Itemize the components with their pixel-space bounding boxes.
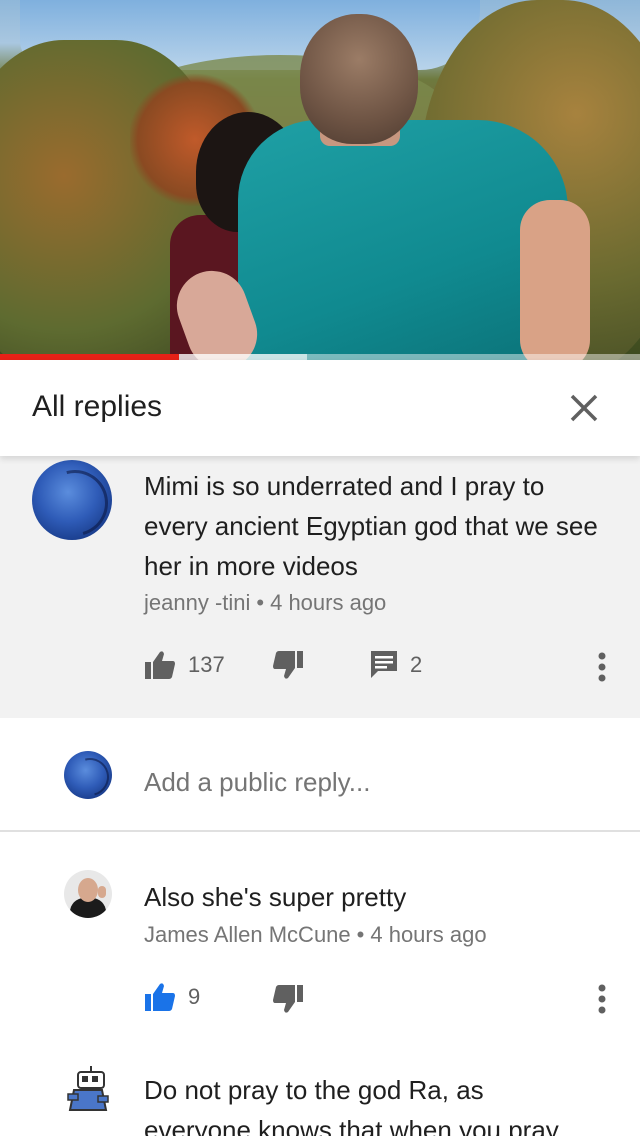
like-button[interactable]: 137 xyxy=(144,650,225,680)
thumbs-up-icon xyxy=(144,650,176,680)
dislike-button[interactable] xyxy=(272,984,304,1014)
video-frame-person xyxy=(520,200,590,360)
more-vert-icon xyxy=(596,984,608,1014)
video-player[interactable] xyxy=(0,0,640,360)
public-reply-input[interactable] xyxy=(144,762,604,802)
avatar-figure xyxy=(98,886,106,898)
comment-text: Mimi is so underrated and I pray to ever… xyxy=(144,471,598,581)
avatar-figure xyxy=(78,878,98,902)
like-count: 137 xyxy=(188,652,225,677)
meta-separator: • xyxy=(356,922,365,947)
more-vert-icon xyxy=(596,652,608,682)
page-title: All replies xyxy=(32,390,163,423)
like-button[interactable]: 9 xyxy=(144,982,200,1012)
thumbs-up-icon xyxy=(144,982,176,1012)
like-count: 9 xyxy=(188,984,201,1009)
dislike-button[interactable] xyxy=(272,650,304,680)
video-frame-person xyxy=(300,14,418,144)
thumbs-down-icon xyxy=(272,984,304,1014)
comment-text: Do not pray to the god Ra, as everyone k… xyxy=(144,1075,559,1136)
close-button[interactable] xyxy=(562,386,606,430)
thumbs-down-icon xyxy=(272,650,304,680)
comment-author[interactable]: jeanny -tini xyxy=(144,590,250,615)
comment-meta: jeanny -tini • 4 hours ago xyxy=(144,590,386,616)
avatar[interactable] xyxy=(32,460,112,540)
comment-time: 4 hours ago xyxy=(270,590,387,615)
reply-count-button[interactable]: 2 xyxy=(370,650,422,680)
more-options-button[interactable] xyxy=(596,984,608,1014)
avatar xyxy=(64,751,112,799)
reply-count: 2 xyxy=(410,652,423,677)
comment-time: 4 hours ago xyxy=(370,922,487,947)
more-options-button[interactable] xyxy=(596,652,608,682)
comment-icon xyxy=(370,650,398,680)
reply-item: Do not pray to the god Ra, as everyone k… xyxy=(0,1060,640,1136)
video-frame-person xyxy=(238,120,568,360)
robot-avatar-icon xyxy=(67,1066,109,1111)
avatar[interactable] xyxy=(64,870,112,918)
close-icon xyxy=(570,394,598,422)
meta-separator: • xyxy=(256,590,265,615)
comment-author[interactable]: James Allen McCune xyxy=(144,922,351,947)
replies-header: All replies xyxy=(0,360,640,456)
avatar[interactable] xyxy=(66,1066,110,1116)
comment-meta: James Allen McCune • 4 hours ago xyxy=(144,922,487,948)
comment-text: Also she's super pretty xyxy=(144,882,407,912)
